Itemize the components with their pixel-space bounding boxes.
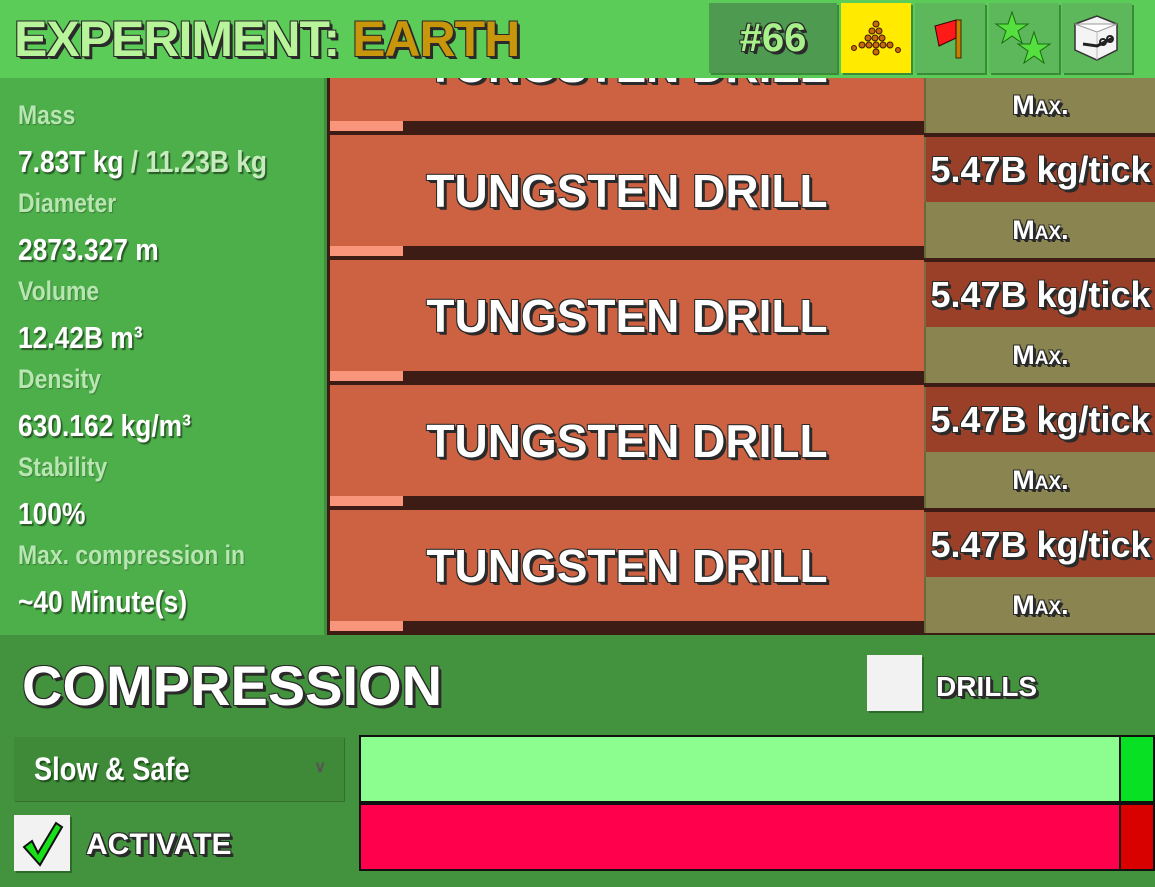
chevron-down-icon: ∨ (314, 759, 326, 776)
drill-upgrade-button[interactable]: Max. (924, 202, 1155, 258)
drill-progress-track (327, 246, 924, 260)
stability-value: 100% (18, 496, 86, 531)
mass-value: 7.83T kg / 11.23B kg (18, 144, 268, 179)
drill-progress-fill (330, 246, 403, 256)
drill-row[interactable]: TUNGSTEN DRILL 5.47B kg/tick Max. (327, 78, 1155, 135)
drill-list[interactable]: TUNGSTEN DRILL 5.47B kg/tick Max.TUNGSTE… (327, 78, 1155, 635)
drill-row[interactable]: TUNGSTEN DRILL 5.47B kg/tick Max. (327, 385, 1155, 510)
danger-compression-bar (359, 803, 1155, 871)
drill-progress-track (327, 121, 924, 135)
drill-rate: 5.47B kg/tick (924, 262, 1155, 327)
compression-time-value: ~40 Minute(s) (18, 584, 188, 619)
stars-icon (994, 10, 1052, 65)
mass-label: Mass (18, 100, 76, 130)
resource-pile-icon (851, 20, 901, 56)
drill-name[interactable]: TUNGSTEN DRILL (330, 78, 924, 121)
safe-compression-bar (359, 735, 1155, 803)
compression-time-label: Max. compression in (18, 540, 246, 570)
drill-row[interactable]: TUNGSTEN DRILL 5.47B kg/tick Max. (327, 135, 1155, 260)
diameter-label: Diameter (18, 188, 117, 218)
drills-label: DRILLS (936, 671, 1038, 702)
drill-upgrade-button[interactable]: Max. (924, 327, 1155, 383)
drill-progress-fill (330, 496, 403, 506)
planet-stats: Mass 7.83T kg / 11.23B kg Diameter 2873.… (0, 78, 327, 635)
drill-row[interactable]: TUNGSTEN DRILL 5.47B kg/tick Max. (327, 260, 1155, 385)
compression-panel: COMPRESSION DRILLS Slow & Safe ∨ ACTIVATE (0, 635, 1155, 887)
header: EXPERIMENT: EARTH #66 (0, 0, 1155, 78)
activate-checkbox[interactable] (14, 815, 70, 871)
diameter-value: 2873.327 m (18, 232, 159, 267)
activate-label: ACTIVATE (86, 828, 232, 861)
density-value: 630.162 kg/m³ (18, 408, 191, 443)
resources-button[interactable] (841, 3, 911, 73)
drill-progress-track (327, 496, 924, 510)
drill-name[interactable]: TUNGSTEN DRILL (330, 135, 924, 246)
volume-value: 12.42B m³ (18, 320, 143, 355)
drill-progress-fill (330, 121, 403, 131)
drill-name[interactable]: TUNGSTEN DRILL (330, 510, 924, 621)
drill-rate: 5.47B kg/tick (924, 387, 1155, 452)
drill-row[interactable]: TUNGSTEN DRILL 5.47B kg/tick Max. (327, 510, 1155, 635)
achievements-button[interactable] (989, 3, 1059, 73)
drill-name[interactable]: TUNGSTEN DRILL (330, 385, 924, 496)
checkmark-icon (22, 821, 64, 867)
drill-rate: 5.47B kg/tick (924, 512, 1155, 577)
drill-progress-fill (330, 371, 403, 381)
page-title: EXPERIMENT: EARTH (14, 11, 520, 67)
danger-bar-handle[interactable] (1119, 805, 1153, 869)
drill-upgrade-button[interactable]: Max. (924, 577, 1155, 633)
drill-progress-fill (330, 621, 403, 631)
flag-button[interactable] (915, 3, 985, 73)
density-label: Density (18, 364, 101, 394)
drill-progress-track (327, 621, 924, 635)
stability-label: Stability (18, 452, 108, 482)
drills-checkbox[interactable] (867, 655, 922, 711)
volume-label: Volume (18, 276, 100, 306)
drill-upgrade-button[interactable]: Max. (924, 78, 1155, 133)
drill-progress-track (327, 371, 924, 385)
drill-name[interactable]: TUNGSTEN DRILL (330, 260, 924, 371)
safe-bar-handle[interactable] (1119, 737, 1153, 801)
drill-upgrade-button[interactable]: Max. (924, 452, 1155, 508)
compression-mode-select[interactable]: Slow & Safe ∨ (14, 737, 344, 801)
level-badge[interactable]: #66 (709, 3, 837, 73)
robot-cube-icon (1074, 15, 1118, 61)
robot-button[interactable] (1062, 3, 1132, 73)
flag-icon (934, 19, 962, 59)
drill-rate: 5.47B kg/tick (924, 137, 1155, 202)
compression-title: COMPRESSION (22, 654, 443, 717)
